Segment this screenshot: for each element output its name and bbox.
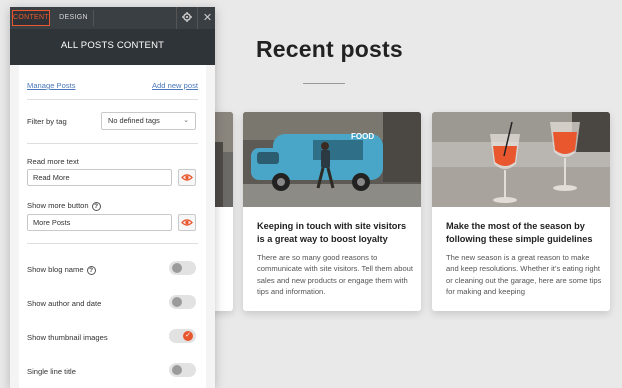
gear-icon[interactable] — [176, 7, 196, 29]
settings-panel: CONTENT DESIGN ✕ ALL POSTS CONTENT Manag… — [10, 7, 215, 388]
check-icon: ✓ — [183, 331, 193, 341]
tab-design[interactable]: DESIGN — [54, 10, 94, 26]
divider — [27, 143, 198, 144]
show-blog-name-toggle[interactable] — [169, 261, 196, 275]
filter-tag-select[interactable]: No defined tags ⌄ — [101, 112, 196, 130]
tab-content[interactable]: CONTENT — [12, 10, 50, 26]
divider — [27, 99, 198, 100]
show-thumbnail-toggle[interactable]: ✓ — [169, 329, 196, 343]
show-author-date-toggle[interactable] — [169, 295, 196, 309]
single-line-title-toggle[interactable] — [169, 363, 196, 377]
read-more-input[interactable] — [27, 169, 172, 186]
help-icon[interactable]: ? — [91, 201, 101, 211]
post-thumbnail-food-truck: FOOD — [243, 112, 421, 207]
post-card[interactable]: Make the most of the season by following… — [432, 112, 610, 311]
chevron-down-icon: ⌄ — [183, 117, 189, 124]
show-more-row: Show more button? — [27, 201, 198, 211]
add-new-post-link[interactable]: Add new post — [152, 81, 198, 90]
svg-text:FOOD: FOOD — [351, 132, 374, 141]
toggle-knob — [172, 297, 182, 307]
post-excerpt: There are so many good reasons to commun… — [257, 253, 414, 297]
post-thumbnail-cocktails — [432, 112, 610, 207]
filter-tag-value: No defined tags — [108, 116, 160, 125]
show-more-input[interactable] — [27, 214, 172, 231]
canvas-title: Recent posts — [256, 36, 403, 62]
panel-title: ALL POSTS CONTENT — [10, 29, 215, 65]
post-title[interactable]: Keeping in touch with site visitors is a… — [257, 220, 412, 246]
help-icon[interactable]: ? — [86, 265, 96, 275]
show-more-visibility-button[interactable] — [178, 214, 196, 231]
panel-body: Manage Posts Add new post Filter by tag … — [19, 65, 206, 388]
eye-icon — [181, 219, 193, 226]
read-more-visibility-button[interactable] — [178, 169, 196, 186]
post-excerpt: The new season is a great reason to make… — [446, 253, 602, 297]
title-divider — [303, 83, 345, 84]
post-title[interactable]: Make the most of the season by following… — [446, 220, 601, 246]
divider — [27, 243, 198, 244]
read-more-label: Read more text — [27, 157, 79, 166]
close-icon[interactable]: ✕ — [197, 7, 217, 29]
show-more-label: Show more button — [27, 201, 89, 210]
toggle-knob — [172, 365, 182, 375]
eye-icon — [181, 174, 193, 181]
toggle-knob — [172, 263, 182, 273]
manage-posts-link[interactable]: Manage Posts — [27, 81, 76, 90]
panel-tabbar: CONTENT DESIGN ✕ — [10, 7, 215, 29]
post-card[interactable]: FOOD Keeping in touch with site visitors… — [243, 112, 421, 311]
toggle-label: Show blog name — [27, 265, 84, 274]
